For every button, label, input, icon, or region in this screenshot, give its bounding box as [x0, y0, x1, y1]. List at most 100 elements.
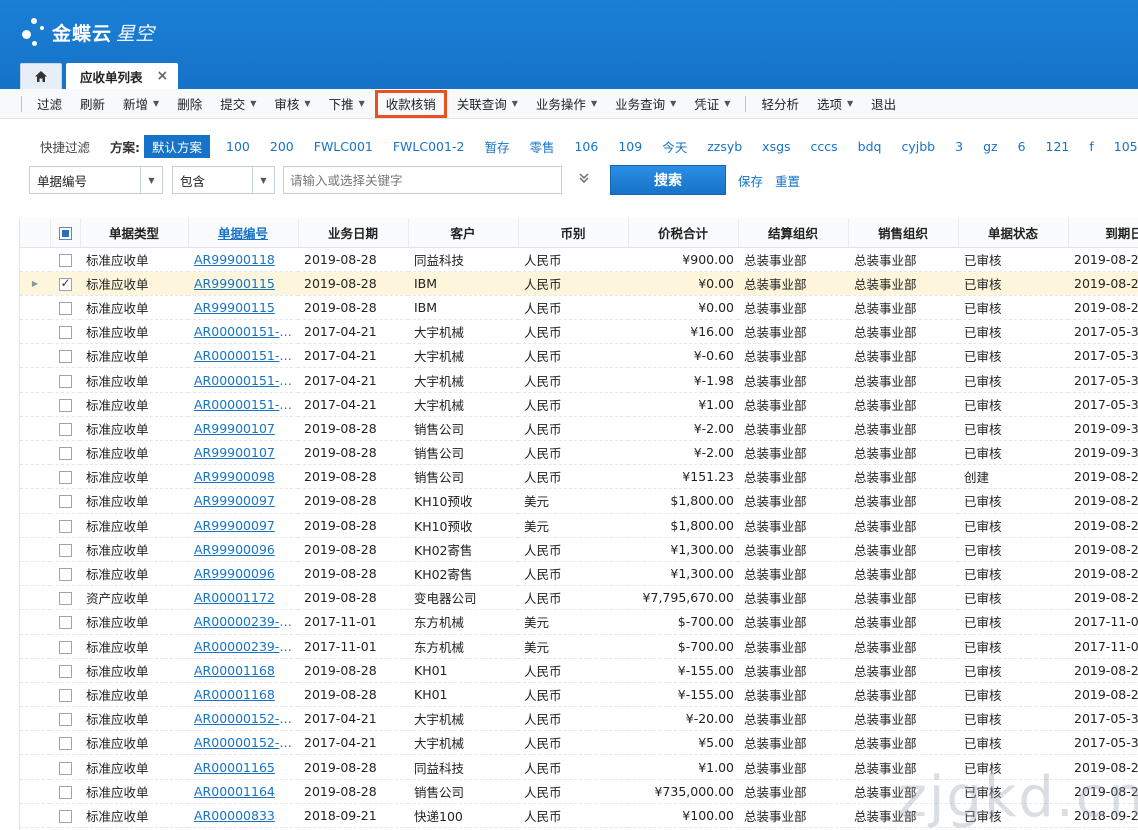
table-row[interactable]: 标准应收单 AR00000152-0… 2017-04-21 大宇机械 人民币 ¥-20.… — [20, 706, 1138, 732]
bill-number-link[interactable]: AR99900096 — [188, 561, 298, 587]
row-checkbox-cell[interactable] — [50, 561, 80, 587]
toolbar-button-0[interactable]: 过滤 — [28, 89, 71, 119]
row-checkbox[interactable] — [58, 471, 72, 485]
row-checkbox[interactable] — [58, 616, 72, 630]
table-row[interactable]: 标准应收单 AR99900107 2019-08-28 销售公司 人民币 ¥-2.00 总装… — [20, 440, 1138, 466]
scheme-8[interactable]: 109 — [618, 139, 642, 154]
toolbar-button-4[interactable]: 提交 ▼ — [211, 89, 265, 119]
row-checkbox-cell[interactable] — [50, 488, 80, 514]
row-checkbox-cell[interactable] — [50, 416, 80, 442]
table-row[interactable]: 标准应收单 AR00001168 2019-08-28 KH01 人民币 ¥-155.00… — [20, 658, 1138, 683]
row-checkbox-cell[interactable] — [50, 343, 80, 369]
bill-number-link[interactable]: AR99900118 — [188, 247, 298, 272]
scheme-14[interactable]: cyjbb — [901, 139, 935, 154]
row-checkbox-cell[interactable] — [50, 634, 80, 659]
row-checkbox[interactable] — [58, 568, 72, 582]
scheme-5[interactable]: 暂存 — [484, 137, 509, 156]
tab-receivable-list[interactable]: 应收单列表 × — [66, 63, 179, 89]
table-row[interactable]: 标准应收单 AR00000239-0… 2017-11-01 东方机械 美元 $-700.… — [20, 634, 1138, 659]
table-row[interactable]: 标准应收单 AR99900097 2019-08-28 KH10预收 美元 $1,800.… — [20, 513, 1138, 538]
row-checkbox-cell[interactable] — [50, 295, 80, 321]
bill-number-link[interactable]: AR00000152-0… — [188, 730, 298, 756]
scheme-9[interactable]: 今天 — [662, 137, 687, 156]
row-checkbox-cell[interactable] — [50, 803, 80, 829]
row-checkbox-cell[interactable] — [50, 585, 80, 611]
bill-number-link[interactable]: AR00000239-0… — [188, 634, 298, 659]
row-checkbox[interactable] — [58, 447, 72, 461]
bill-number-link[interactable]: AR00000151-0… — [188, 319, 298, 345]
save-scheme-link[interactable]: 保存 — [738, 171, 763, 190]
row-checkbox[interactable] — [58, 640, 72, 654]
scheme-18[interactable]: 121 — [1046, 139, 1070, 154]
row-checkbox-cell[interactable] — [50, 440, 80, 466]
home-tab[interactable] — [20, 63, 62, 89]
toolbar-button-3[interactable]: 删除 — [168, 89, 211, 119]
row-checkbox-cell[interactable] — [50, 609, 80, 635]
toolbar-button-1[interactable]: 刷新 — [71, 89, 114, 119]
column-header-1[interactable]: 单据编号 — [188, 218, 299, 248]
row-checkbox-cell[interactable] — [50, 730, 80, 756]
filter-field-select[interactable]: 单据编号 ▼ — [29, 166, 163, 194]
bill-number-link[interactable]: AR99900098 — [188, 464, 298, 490]
scheme-16[interactable]: gz — [983, 139, 998, 154]
bill-number-link[interactable]: AR00001165 — [188, 754, 298, 780]
bill-number-link[interactable]: AR00000151-0… — [188, 392, 298, 417]
toolbar-button-2[interactable]: 新增 ▼ — [114, 89, 168, 119]
bill-number-link[interactable]: AR99900115 — [188, 295, 298, 321]
toolbar-button-7[interactable]: 收款核销 — [374, 89, 448, 119]
table-row[interactable]: 标准应收单 AR00000151-0… 2017-04-21 大宇机械 人民币 ¥16.0… — [20, 319, 1138, 345]
bill-number-link[interactable]: AR00000239-0… — [188, 609, 298, 635]
column-header-7[interactable]: 销售组织 — [848, 218, 959, 248]
chevron-down-icon[interactable]: ▼ — [140, 167, 162, 193]
column-header-6[interactable]: 结算组织 — [738, 218, 849, 248]
row-checkbox[interactable] — [58, 422, 72, 436]
column-header-5[interactable]: 价税合计 — [628, 218, 739, 248]
table-row[interactable]: 标准应收单 AR00000152-0… 2017-04-21 大宇机械 人民币 ¥5.00… — [20, 730, 1138, 756]
toolbar-button-12[interactable]: 轻分析 — [752, 89, 808, 119]
bill-number-link[interactable]: AR00001168 — [188, 658, 298, 683]
column-header-9[interactable]: 到期日 — [1068, 218, 1138, 248]
row-checkbox[interactable] — [58, 301, 72, 315]
bill-number-link[interactable]: AR99900097 — [188, 488, 298, 514]
scheme-11[interactable]: xsgs — [762, 139, 790, 154]
table-row[interactable]: 标准应收单 AR99900107 2019-08-28 销售公司 人民币 ¥-2.00 总装… — [20, 416, 1138, 442]
bill-number-link[interactable]: AR99900107 — [188, 440, 298, 466]
table-row[interactable]: 标准应收单 AR99900115 2019-08-28 IBM 人民币 ¥0.00 总装事业… — [20, 295, 1138, 321]
table-row[interactable]: 资产应收单 AR00001172 2019-08-28 变电器公司 人民币 ¥7,795,… — [20, 585, 1138, 611]
search-button[interactable]: 搜索 — [610, 165, 726, 195]
bill-number-link[interactable]: AR00001172 — [188, 585, 298, 611]
table-row[interactable]: 标准应收单 AR00000239-0… 2017-11-01 东方机械 美元 $-700.… — [20, 609, 1138, 635]
scheme-15[interactable]: 3 — [955, 139, 963, 154]
row-checkbox[interactable] — [58, 664, 72, 678]
toolbar-button-13[interactable]: 选项 ▼ — [808, 89, 862, 119]
scheme-7[interactable]: 106 — [574, 139, 598, 154]
table-row[interactable]: 标准应收单 AR99900096 2019-08-28 KH02寄售 人民币 ¥1,300… — [20, 561, 1138, 587]
column-header-0[interactable]: 单据类型 — [80, 218, 189, 248]
row-checkbox[interactable] — [58, 688, 72, 702]
bill-number-link[interactable]: AR00000152-0… — [188, 706, 298, 732]
scheme-19[interactable]: f — [1089, 139, 1093, 154]
table-row[interactable]: 标准应收单 AR99900096 2019-08-28 KH02寄售 人民币 ¥1,300… — [20, 537, 1138, 562]
column-header-2[interactable]: 业务日期 — [298, 218, 409, 248]
scheme-10[interactable]: zzsyb — [707, 139, 742, 154]
table-row[interactable]: 标准应收单 AR99900098 2019-08-28 销售公司 人民币 ¥151.23 总… — [20, 464, 1138, 490]
row-checkbox[interactable] — [58, 398, 72, 412]
bill-number-link[interactable]: AR00001164 — [188, 779, 298, 804]
scheme-2[interactable]: 200 — [270, 139, 294, 154]
bill-number-link[interactable]: AR00000833 — [188, 803, 298, 829]
filter-operator-select[interactable]: 包含 ▼ — [172, 166, 275, 194]
toolbar-button-10[interactable]: 业务查询 ▼ — [606, 89, 685, 119]
bill-number-link[interactable]: AR00000151-0… — [188, 367, 298, 393]
scheme-12[interactable]: cccs — [811, 139, 838, 154]
row-checkbox[interactable] — [58, 809, 72, 823]
scheme-3[interactable]: FWLC001 — [314, 139, 373, 154]
row-checkbox-cell[interactable] — [50, 319, 80, 345]
row-checkbox-cell[interactable] — [50, 706, 80, 732]
row-checkbox[interactable] — [58, 761, 72, 775]
close-icon[interactable]: × — [157, 68, 169, 84]
chevron-down-icon[interactable]: ▼ — [252, 167, 274, 193]
row-checkbox-cell[interactable] — [50, 271, 80, 296]
bill-number-link[interactable]: AR99900097 — [188, 513, 298, 538]
toolbar-button-6[interactable]: 下推 ▼ — [320, 89, 374, 119]
scheme-6[interactable]: 零售 — [529, 137, 554, 156]
